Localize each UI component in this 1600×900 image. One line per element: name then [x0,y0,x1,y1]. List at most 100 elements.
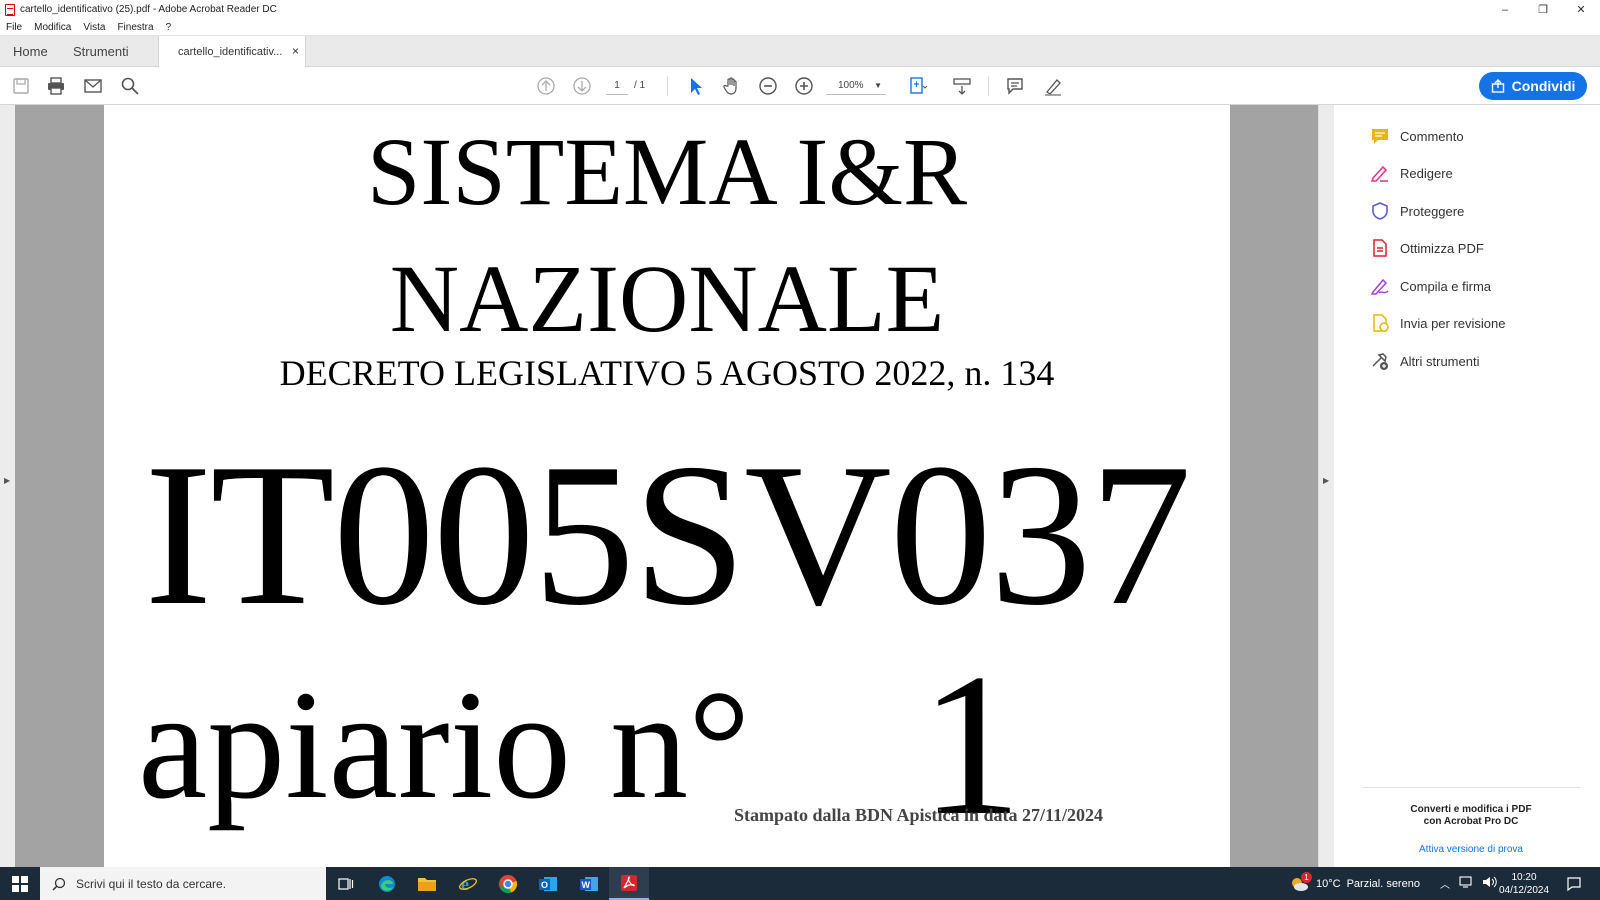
zoom-out-icon[interactable] [757,75,779,97]
tool-compila-e-firma[interactable]: Compila e firma [1370,275,1491,297]
search-icon[interactable] [119,75,141,97]
acrobat-reader-icon[interactable] [609,867,649,900]
select-cursor-icon[interactable] [685,75,707,97]
close-window-button[interactable]: ✕ [1562,0,1600,19]
chevron-up-icon[interactable]: ︿ [1440,876,1450,891]
comment-icon[interactable] [1004,75,1026,97]
menu-help[interactable]: ? [160,22,178,33]
windows-start-button[interactable] [0,867,40,900]
tab-home[interactable]: Home [13,36,48,67]
system-tray: ︿ [1440,867,1498,900]
weather-icon: 1 [1288,871,1312,894]
next-page-icon[interactable] [571,75,593,97]
save-icon[interactable] [10,75,32,97]
heading-nazionale: NAZIONALE [389,245,945,352]
file-explorer-icon[interactable] [407,867,447,900]
more-tools-icon [1370,351,1390,371]
acrobat-pdf-icon [5,3,15,16]
window-title: cartello_identificativo (25).pdf - Adobe… [20,4,277,15]
menu-modifica[interactable]: Modifica [28,22,77,33]
clock-date: 04/12/2024 [1498,885,1550,896]
share-label: Condividi [1511,78,1576,94]
pdf-page: SISTEMA I&R NAZIONALE DECRETO LEGISLATIV… [104,105,1230,867]
restore-button[interactable]: ❐ [1524,0,1562,19]
tool-invia-per-revisione[interactable]: Invia per revisione [1370,312,1506,334]
taskbar-search-input[interactable]: Scrivi qui il testo da cercare. [40,867,326,900]
apiario-label: apiario n° [138,658,751,831]
tool-ottimizza-pdf[interactable]: Ottimizza PDF [1370,237,1484,259]
print-icon[interactable] [45,75,67,97]
task-view-icon[interactable] [326,867,366,900]
clock[interactable]: 10:20 04/12/2024 [1494,871,1554,897]
highlight-pen-icon[interactable] [1042,75,1064,97]
previous-page-icon[interactable] [535,75,557,97]
tab-strumenti[interactable]: Strumenti [73,36,129,67]
panel-divider [1362,787,1580,788]
outlook-icon[interactable]: O [528,867,568,900]
page-number-input[interactable]: 1 [606,77,628,95]
share-button[interactable]: Condividi [1479,72,1587,100]
svg-text:O: O [541,880,548,890]
svg-text:W: W [582,880,591,890]
zoom-in-icon[interactable] [793,75,815,97]
trial-link[interactable]: Attiva versione di prova [1362,844,1580,855]
tab-close-icon[interactable]: × [292,44,299,58]
svg-text:e: e [461,874,469,894]
comment-icon [1370,126,1390,146]
tool-altri-strumenti[interactable]: Altri strumenti [1370,350,1479,372]
tab-document[interactable]: cartello_identificativ... × [158,36,306,68]
network-icon[interactable] [1458,875,1474,892]
menu-finestra[interactable]: Finestra [111,22,159,33]
document-viewport[interactable]: ▶ SISTEMA I&R NAZIONALE DECRETO LEGISLAT… [0,105,1334,867]
taskbar: Scrivi qui il testo da cercare. e O W 1 … [0,867,1600,900]
toolbar-divider [988,76,989,96]
tool-label: Redigere [1400,165,1453,181]
chevron-down-icon: ▼ [874,81,882,90]
search-icon [52,877,66,891]
decree-line: DECRETO LEGISLATIVO 5 AGOSTO 2022, n. 13… [279,353,1055,393]
chevron-right-icon: ▶ [4,476,11,485]
weather-badge: 1 [1301,871,1312,883]
window-controls: – ❐ ✕ [1486,0,1600,19]
minimize-button[interactable]: – [1486,0,1524,19]
tools-panel: Commento Redigere Proteggere Ottimizza P… [1334,105,1600,867]
tab-document-label: cartello_identificativ... [178,46,283,58]
menu-bar: File Modifica Vista Finestra ? [0,19,1600,36]
scroll-mode-icon[interactable] [951,75,973,97]
chrome-icon[interactable] [488,867,528,900]
tool-label: Invia per revisione [1400,315,1506,331]
windows-logo-icon [12,875,28,892]
apiary-code: IT005SV037 [144,422,1191,648]
promo-line-1: Converti e modifica i PDF [1410,804,1532,815]
zoom-select[interactable]: 100% ▼ [826,77,886,95]
left-panel-toggle[interactable]: ▶ [0,105,15,867]
page-fit-icon[interactable] [907,75,929,97]
send-review-icon [1370,313,1390,333]
weather-temp: 10°C [1316,877,1341,890]
search-placeholder: Scrivi qui il testo da cercare. [76,876,227,891]
tool-label: Compila e firma [1400,278,1492,294]
hand-tool-icon[interactable] [721,75,743,97]
print-footer: Stampato dalla BDN Apistica in data 27/1… [734,805,1104,825]
weather-widget[interactable]: 1 10°C Parzial. sereno [1288,867,1420,900]
edge-icon[interactable] [367,867,407,900]
tool-proteggere[interactable]: Proteggere [1370,200,1464,222]
right-panel-toggle[interactable]: ▶ [1319,105,1334,867]
weather-desc: Parzial. sereno [1346,877,1420,890]
tool-redigere[interactable]: Redigere [1370,162,1453,184]
fill-sign-icon [1370,276,1390,296]
notifications-icon[interactable] [1554,867,1594,900]
internet-explorer-icon[interactable]: e [448,867,488,900]
word-icon[interactable]: W [569,867,609,900]
tool-label: Commento [1400,128,1464,144]
email-icon[interactable] [82,75,104,97]
tool-label: Ottimizza PDF [1400,240,1484,256]
menu-vista[interactable]: Vista [77,22,111,33]
share-icon [1491,79,1504,93]
shield-icon [1370,201,1390,221]
apiario-number: 1 [920,632,1022,858]
menu-file[interactable]: File [0,22,28,33]
tool-commento[interactable]: Commento [1370,125,1464,147]
tool-label: Proteggere [1400,203,1465,219]
tool-label: Altri strumenti [1400,353,1480,369]
